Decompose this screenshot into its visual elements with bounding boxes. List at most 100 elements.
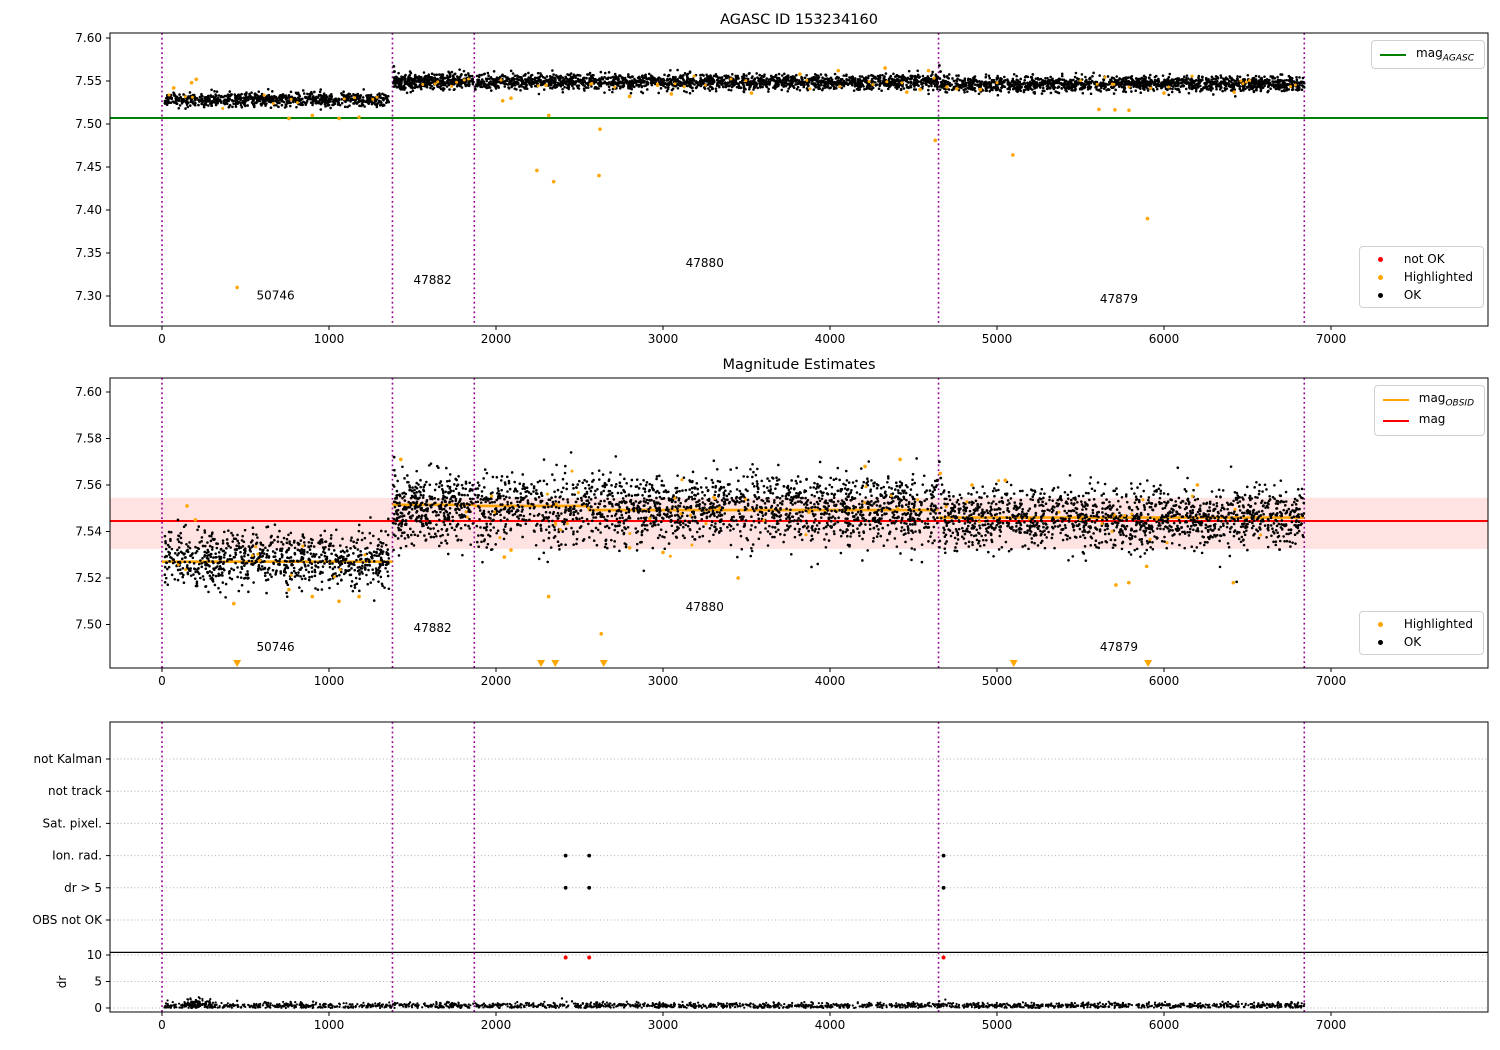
obsid-label: 50746 [256, 640, 294, 654]
axes-spine [109, 32, 1489, 327]
x-tick-label: 5000 [982, 332, 1013, 346]
x-axis-ticks: 0 1000 2000 3000 4000 5000 6000 7000 [158, 1012, 1346, 1032]
x-tick-label: 1000 [314, 674, 345, 688]
y-tick-label: 7.50 [75, 117, 102, 131]
dot-swatch [1368, 621, 1394, 627]
plot-title-top: AGASC ID 153234160 [720, 12, 878, 28]
flag-category-label: Ion. rad. [52, 849, 102, 863]
line-swatch [1382, 420, 1409, 423]
axes-spine [109, 721, 1489, 1013]
legend-label: magAGASC [1416, 46, 1474, 64]
dr-tick-label: 5 [94, 975, 102, 989]
legend-label: OK [1403, 288, 1422, 302]
legend-item-ok: OK [1368, 635, 1473, 649]
y-tick-label: 7.58 [75, 432, 102, 446]
line-swatch [1380, 53, 1407, 56]
flag-category-label: OBS not OK [32, 913, 103, 927]
y-tick-label: 7.54 [75, 525, 102, 539]
x-tick-label: 6000 [1149, 674, 1180, 688]
figure: 50746 47882 47880 47879 0 1000 2000 3000 4000 500… [0, 0, 1500, 1050]
x-tick-label: 0 [158, 332, 166, 346]
dr-over-limit-point [563, 955, 568, 960]
x-tick-label: 3000 [648, 1018, 679, 1032]
legend-mag-obsid: magOBSID mag [1373, 385, 1485, 436]
legend-label: mag [1418, 412, 1446, 427]
x-tick-label: 6000 [1149, 1018, 1180, 1032]
y-tick-label: 7.30 [75, 289, 102, 303]
y-tick-label: 7.35 [75, 246, 102, 260]
obsid-labels: 50746 47882 47880 47879 [256, 256, 1138, 306]
x-tick-label: 0 [158, 1018, 166, 1032]
x-tick-label: 3000 [648, 332, 679, 346]
y-tick-label: 7.45 [75, 160, 102, 174]
x-tick-label: 5000 [982, 674, 1013, 688]
dr-axis-label: dr [55, 976, 69, 989]
x-tick-label: 7000 [1316, 674, 1347, 688]
obsid-vlines [161, 722, 1306, 1012]
dot-swatch [1368, 274, 1394, 280]
legend-item-highlighted: Highlighted [1368, 270, 1473, 284]
scatter-layer-top [163, 64, 1306, 290]
legend-item-highlighted: Highlighted [1368, 617, 1473, 631]
obsid-label: 50746 [256, 288, 294, 302]
x-tick-label: 6000 [1149, 332, 1180, 346]
obsid-label: 47882 [413, 621, 451, 635]
x-tick-label: 5000 [982, 1018, 1013, 1032]
flag-gridlines [110, 758, 1488, 1009]
clipped-low-markers [233, 660, 1153, 667]
flag-category-label: dr > 5 [64, 881, 102, 895]
obsid-label: 47882 [413, 273, 451, 287]
dot-swatch [1368, 256, 1394, 262]
legend-mag-agasc: magAGASC [1371, 40, 1485, 70]
obsid-label: 47880 [686, 256, 724, 270]
y-tick-label: 7.56 [75, 478, 102, 492]
x-tick-label: 2000 [481, 674, 512, 688]
obsid-label: 47879 [1100, 292, 1138, 306]
y-tick-label: 7.60 [75, 385, 102, 399]
legend-item-mag: mag [1382, 412, 1474, 429]
legend-label: Highlighted [1403, 617, 1473, 631]
legend-label: magOBSID [1418, 391, 1474, 409]
legend-label: not OK [1403, 252, 1445, 266]
x-tick-label: 4000 [815, 674, 846, 688]
legend-middle-markers: Highlighted OK [1358, 611, 1484, 655]
y-axis-ticks: 7.50 7.52 7.54 7.56 7.58 7.60 [75, 385, 110, 632]
dot-swatch [1368, 292, 1394, 298]
flag-points-layer [563, 853, 946, 960]
obsid-label: 47879 [1100, 640, 1138, 654]
x-tick-label: 2000 [481, 332, 512, 346]
legend-label: OK [1403, 635, 1422, 649]
x-axis-ticks: 0 1000 2000 3000 4000 5000 6000 7000 [158, 326, 1346, 346]
flag-category-label: not track [48, 784, 102, 798]
y-tick-label: 7.52 [75, 571, 102, 585]
y-axis-ticks: 7.30 7.35 7.40 7.45 7.50 7.55 7.60 [75, 31, 110, 303]
legend-item-mag-agasc: magAGASC [1380, 46, 1474, 63]
y-tick-label: 7.60 [75, 31, 102, 45]
x-tick-label: 7000 [1316, 332, 1347, 346]
dr-tick-label: 10 [87, 948, 102, 962]
legend-top-markers: not OK Highlighted OK [1358, 246, 1484, 308]
x-tick-label: 3000 [648, 674, 679, 688]
x-tick-label: 4000 [815, 332, 846, 346]
plot-title-middle: Magnitude Estimates [722, 357, 876, 373]
legend-item-not-ok: not OK [1368, 252, 1473, 266]
dot-swatch [1368, 639, 1394, 645]
dr-over-limit-point [587, 955, 592, 960]
dr-scatter-layer [163, 996, 1306, 1010]
x-tick-label: 7000 [1316, 1018, 1347, 1032]
x-tick-label: 1000 [314, 1018, 345, 1032]
y-tick-label: 7.50 [75, 618, 102, 632]
dr-tick-label: 0 [94, 1001, 102, 1015]
dr-over-limit-point [941, 955, 946, 960]
y-tick-label: 7.40 [75, 203, 102, 217]
flag-category-label: not Kalman [34, 752, 102, 766]
obsid-labels: 50746 47882 47880 47879 [256, 600, 1138, 654]
legend-item-ok: OK [1368, 288, 1473, 302]
x-tick-label: 4000 [815, 1018, 846, 1032]
y-tick-label: 7.55 [75, 74, 102, 88]
legend-item-mag-obsid: magOBSID [1382, 391, 1474, 409]
line-swatch [1382, 398, 1409, 401]
x-tick-label: 2000 [481, 1018, 512, 1032]
x-tick-label: 0 [158, 674, 166, 688]
figure-canvas: 507464788247880478790 1000 2000 3000 4000 500… [32, 31, 1489, 1032]
